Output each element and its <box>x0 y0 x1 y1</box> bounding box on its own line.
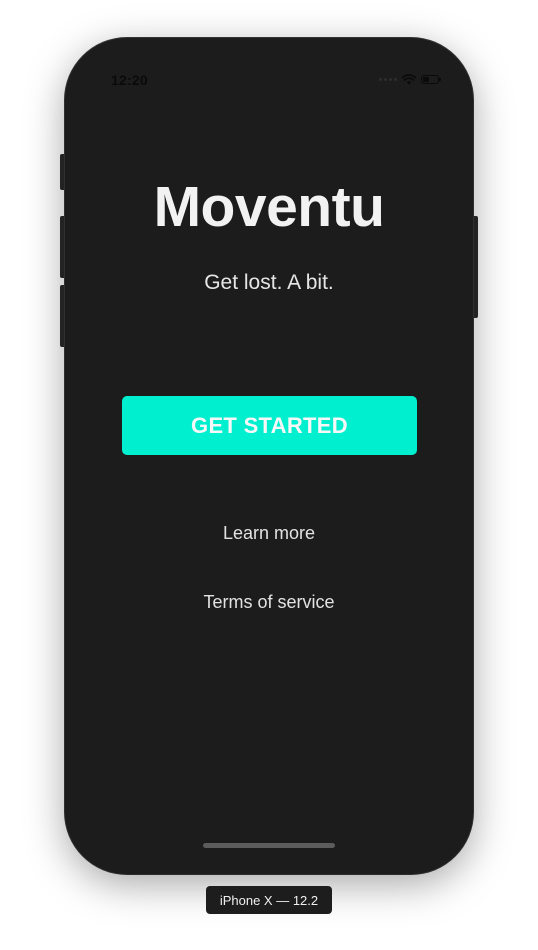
status-icons <box>379 74 441 85</box>
wifi-icon <box>402 74 416 85</box>
device-label: iPhone X — 12.2 <box>206 886 332 914</box>
phone-screen: 12:20 Moventu Get lost. A bit. GET START… <box>65 38 473 874</box>
learn-more-link[interactable]: Learn more <box>65 523 473 544</box>
app-title: Moventu <box>153 175 385 239</box>
battery-icon <box>421 75 441 84</box>
home-indicator[interactable] <box>203 843 335 848</box>
get-started-button[interactable]: GET STARTED <box>122 396 417 455</box>
terms-of-service-link[interactable]: Terms of service <box>65 592 473 613</box>
simulator-stage: 12:20 Moventu Get lost. A bit. GET START… <box>0 0 538 950</box>
signal-icon <box>379 78 397 81</box>
status-bar: 12:20 <box>65 38 473 88</box>
tagline: Get lost. A bit. <box>204 271 334 294</box>
status-time: 12:20 <box>111 72 148 88</box>
